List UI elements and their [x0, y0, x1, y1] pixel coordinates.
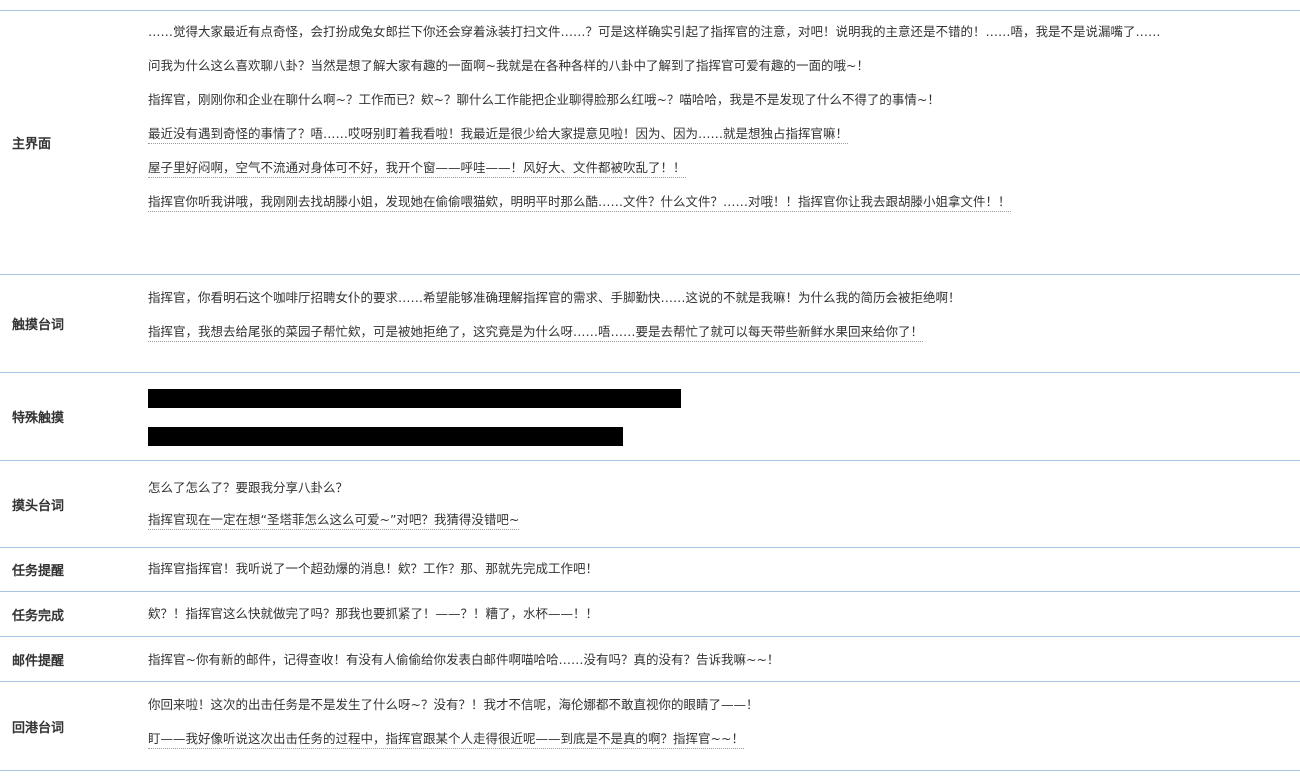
voice-row-mission-reminder: 任务提醒 指挥官指挥官！我听说了一个超劲爆的消息！欸？工作？那、那就先完成工作吧… — [0, 548, 1300, 592]
voice-line: 怎么了怎么了？要跟我分享八卦么？ — [148, 480, 349, 495]
voice-lines: ……觉得大家最近有点奇怪，会打扮成兔女郎拦下你还会穿着泳装打扫文件……？可是这样… — [148, 11, 1300, 274]
voice-lines: 指挥官，你看明石这个咖啡厅招聘女仆的要求……希望能够准确理解指挥官的需求、手脚勤… — [148, 275, 1300, 372]
row-label: 摸头台词 — [12, 498, 65, 514]
row-label: 邮件提醒 — [12, 653, 65, 669]
redacted-line — [148, 427, 623, 446]
voice-line: 指挥官，你看明石这个咖啡厅招聘女仆的要求……希望能够准确理解指挥官的需求、手脚勤… — [148, 290, 961, 305]
redacted-line — [148, 389, 681, 408]
voice-line[interactable]: 盯——我好像听说这次出击任务的过程中，指挥官跟某个人走得很近呢——到底是不是真的… — [148, 726, 1300, 752]
voice-row-return-to-port: 回港台词 你回来啦！这次的出击任务是不是发生了什么呀~？没有？！我才不信呢，海伦… — [0, 682, 1300, 771]
voice-lines: 指挥官指挥官！我听说了一个超劲爆的消息！欸？工作？那、那就先完成工作吧！ — [148, 548, 1300, 591]
voice-lines: 指挥官~你有新的邮件，记得查收！有没有人偷偷给你发表白邮件啊喵哈哈……没有吗？真… — [148, 637, 1300, 681]
voice-line: 指挥官~你有新的邮件，记得查收！有没有人偷偷给你发表白邮件啊喵哈哈……没有吗？真… — [148, 652, 780, 667]
voice-line: 欸？！指挥官这么快就做完了吗？那我也要抓紧了！——？！糟了，水杯——！！ — [148, 606, 599, 621]
row-label: 回港台词 — [12, 720, 65, 736]
voice-lines: 你回来啦！这次的出击任务是不是发生了什么呀~？没有？！我才不信呢，海伦娜都不敢直… — [148, 682, 1300, 770]
voice-lines: 怎么了怎么了？要跟我分享八卦么？ 指挥官现在一定在想“圣塔菲怎么这么可爱~”对吧… — [148, 461, 1300, 547]
row-label: 任务完成 — [12, 608, 65, 624]
voice-line: 指挥官，刚刚你和企业在聊什么啊~？工作而已？欸~？聊什么工作能把企业聊得脸那么红… — [148, 92, 940, 107]
voice-lines: 欸？！指挥官这么快就做完了吗？那我也要抓紧了！——？！糟了，水杯——！！ — [148, 592, 1300, 636]
voice-line: ……觉得大家最近有点奇怪，会打扮成兔女郎拦下你还会穿着泳装打扫文件……？可是这样… — [148, 24, 1161, 39]
voice-lines — [148, 373, 1300, 460]
voice-line[interactable]: 最近没有遇到奇怪的事情了？唔……哎呀别盯着我看啦！我最近是很少给大家提意见啦！因… — [148, 121, 1300, 147]
voice-line[interactable]: 屋子里好闷啊，空气不流通对身体可不好，我开个窗——呼哇——！风好大、文件都被吹乱… — [148, 155, 1300, 181]
voice-row-touch: 触摸台词 指挥官，你看明石这个咖啡厅招聘女仆的要求……希望能够准确理解指挥官的需… — [0, 275, 1300, 373]
row-label: 任务提醒 — [12, 564, 65, 579]
voice-lines-table: 主界面 ……觉得大家最近有点奇怪，会打扮成兔女郎拦下你还会穿着泳装打扫文件……？… — [0, 10, 1300, 771]
voice-line[interactable]: 指挥官现在一定在想“圣塔菲怎么这么可爱~”对吧？我猜得没错吧~ — [148, 507, 1300, 533]
row-label: 特殊触摸 — [12, 411, 65, 426]
voice-line[interactable]: 指挥官你听我讲哦，我刚刚去找胡滕小姐，发现她在偷偷喂猫欸，明明平时那么酷……文件… — [148, 189, 1300, 215]
voice-line: 你回来啦！这次的出击任务是不是发生了什么呀~？没有？！我才不信呢，海伦娜都不敢直… — [148, 697, 759, 712]
voice-row-mail-reminder: 邮件提醒 指挥官~你有新的邮件，记得查收！有没有人偷偷给你发表白邮件啊喵哈哈……… — [0, 637, 1300, 682]
voice-row-headpat: 摸头台词 怎么了怎么了？要跟我分享八卦么？ 指挥官现在一定在想“圣塔菲怎么这么可… — [0, 461, 1300, 548]
voice-row-mission-complete: 任务完成 欸？！指挥官这么快就做完了吗？那我也要抓紧了！——？！糟了，水杯——！… — [0, 592, 1300, 637]
row-label: 主界面 — [12, 137, 52, 152]
voice-line: 问我为什么这么喜欢聊八卦？当然是想了解大家有趣的一面啊~我就是在各种各样的八卦中… — [148, 58, 869, 73]
voice-line: 指挥官指挥官！我听说了一个超劲爆的消息！欸？工作？那、那就先完成工作吧！ — [148, 561, 599, 576]
row-label: 触摸台词 — [12, 318, 65, 333]
voice-line[interactable]: 指挥官，我想去给尾张的菜园子帮忙欸，可是被她拒绝了，这究竟是为什么呀……唔……要… — [148, 319, 1300, 345]
voice-row-special-touch: 特殊触摸 — [0, 373, 1300, 461]
voice-row-main-screen: 主界面 ……觉得大家最近有点奇怪，会打扮成兔女郎拦下你还会穿着泳装打扫文件……？… — [0, 11, 1300, 275]
